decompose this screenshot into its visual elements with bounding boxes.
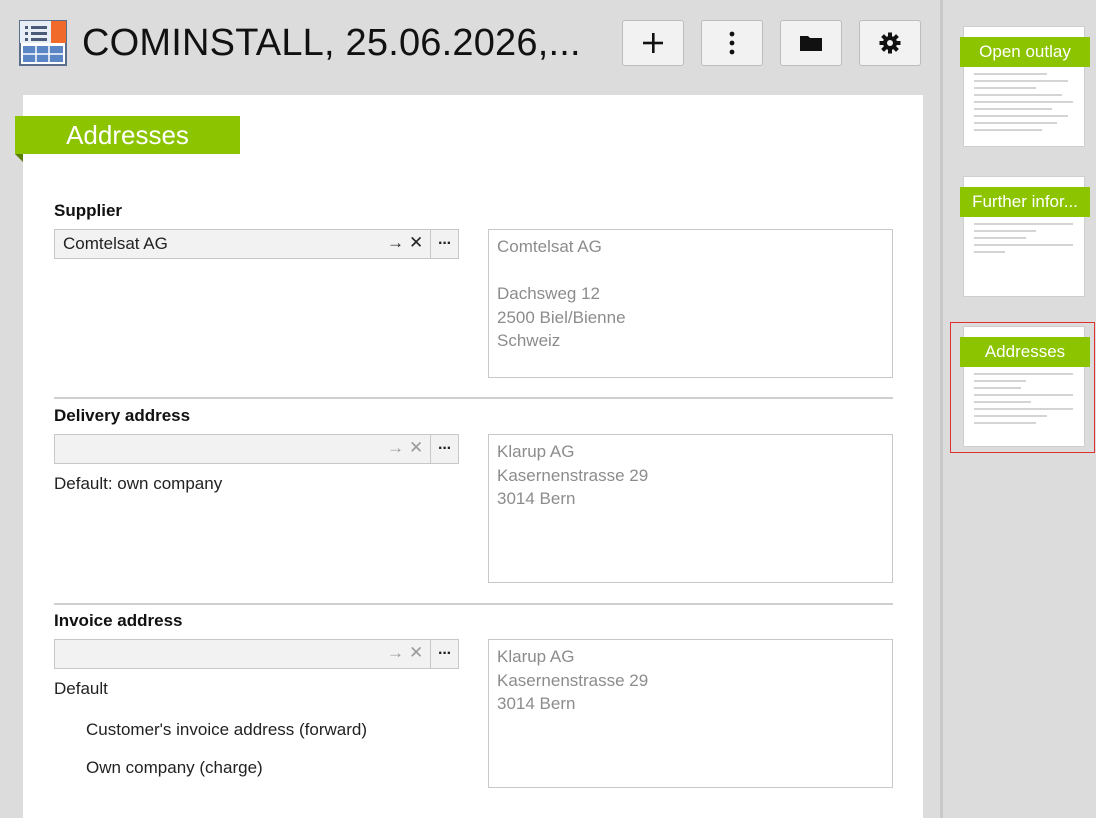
thumbnail-preview	[974, 223, 1078, 290]
goto-arrow-icon[interactable]: →	[387, 438, 404, 458]
invoice-address-field[interactable]: → ✕ ···	[54, 639, 459, 669]
address-line: Dachsweg 12	[497, 284, 601, 303]
address-line: Klarup AG	[497, 647, 575, 666]
thumbnail-preview	[974, 373, 1078, 440]
plus-icon	[642, 32, 664, 54]
address-line	[497, 259, 884, 283]
invoice-address-box: Klarup AG Kasernenstrasse 29 3014 Bern	[488, 639, 893, 788]
thumbnail-further-information[interactable]: Further infor...	[960, 176, 1090, 297]
clear-icon[interactable]: ✕	[409, 643, 423, 663]
clear-icon[interactable]: ✕	[409, 438, 423, 458]
delivery-address-field[interactable]: → ✕ ···	[54, 434, 459, 464]
more-options-button[interactable]	[701, 20, 763, 66]
folder-button[interactable]	[780, 20, 842, 66]
list-document-icon	[19, 20, 67, 66]
delivery-default-note: Default: own company	[54, 474, 223, 493]
delivery-address-label: Delivery address	[54, 406, 191, 425]
supplier-label: Supplier	[54, 201, 123, 220]
thumbnail-title: Open outlay	[960, 37, 1090, 67]
lookup-more-button[interactable]: ···	[430, 230, 458, 258]
settings-button[interactable]	[859, 20, 921, 66]
main-area: COMINSTALL, 25.06.2026,... Addresses Sup…	[0, 0, 940, 818]
goto-arrow-icon[interactable]: →	[387, 233, 404, 253]
supplier-address-box: Comtelsat AG Dachsweg 12 2500 Biel/Bienn…	[488, 229, 893, 378]
address-line: Kasernenstrasse 29	[497, 670, 649, 690]
thumbnail-addresses[interactable]: Addresses	[960, 326, 1090, 447]
thumbnail-title: Further infor...	[960, 187, 1090, 217]
invoice-option-forward[interactable]: Customer's invoice address (forward)	[86, 720, 367, 740]
supplier-value: Comtelsat AG	[63, 234, 168, 253]
address-line: Kasernenstrasse 29	[497, 465, 649, 485]
divider	[54, 397, 893, 399]
page-title: COMINSTALL, 25.06.2026,...	[82, 22, 581, 64]
vertical-ellipsis-icon	[729, 31, 735, 55]
lookup-more-button[interactable]: ···	[430, 435, 458, 463]
address-line: 3014 Bern	[497, 694, 576, 713]
divider	[54, 603, 893, 605]
address-line: 2500 Biel/Bienne	[497, 307, 626, 327]
clear-icon[interactable]: ✕	[409, 233, 423, 253]
thumbnail-title: Addresses	[960, 337, 1090, 367]
supplier-field[interactable]: Comtelsat AG → ✕ ···	[54, 229, 459, 259]
section-title-banner: Addresses	[15, 116, 240, 162]
invoice-option-charge[interactable]: Own company (charge)	[86, 758, 263, 778]
goto-arrow-icon[interactable]: →	[387, 643, 404, 663]
invoice-address-label: Invoice address	[54, 611, 183, 630]
address-line: 3014 Bern	[497, 489, 576, 508]
section-title: Addresses	[66, 119, 189, 150]
address-line: Comtelsat AG	[497, 237, 602, 256]
gear-icon	[879, 32, 901, 54]
lookup-more-button[interactable]: ···	[430, 640, 458, 668]
address-line: Klarup AG	[497, 442, 575, 461]
address-line: Schweiz	[497, 331, 561, 350]
thumbnail-preview	[974, 73, 1078, 140]
section-navigator: Open outlay Further infor... Addresses	[940, 0, 1096, 818]
add-button[interactable]	[622, 20, 684, 66]
header-bar: COMINSTALL, 25.06.2026,...	[0, 0, 940, 90]
invoice-default-note: Default	[54, 679, 108, 698]
folder-icon	[799, 34, 823, 52]
delivery-address-box: Klarup AG Kasernenstrasse 29 3014 Bern	[488, 434, 893, 583]
thumbnail-open-outlay[interactable]: Open outlay	[960, 26, 1090, 147]
